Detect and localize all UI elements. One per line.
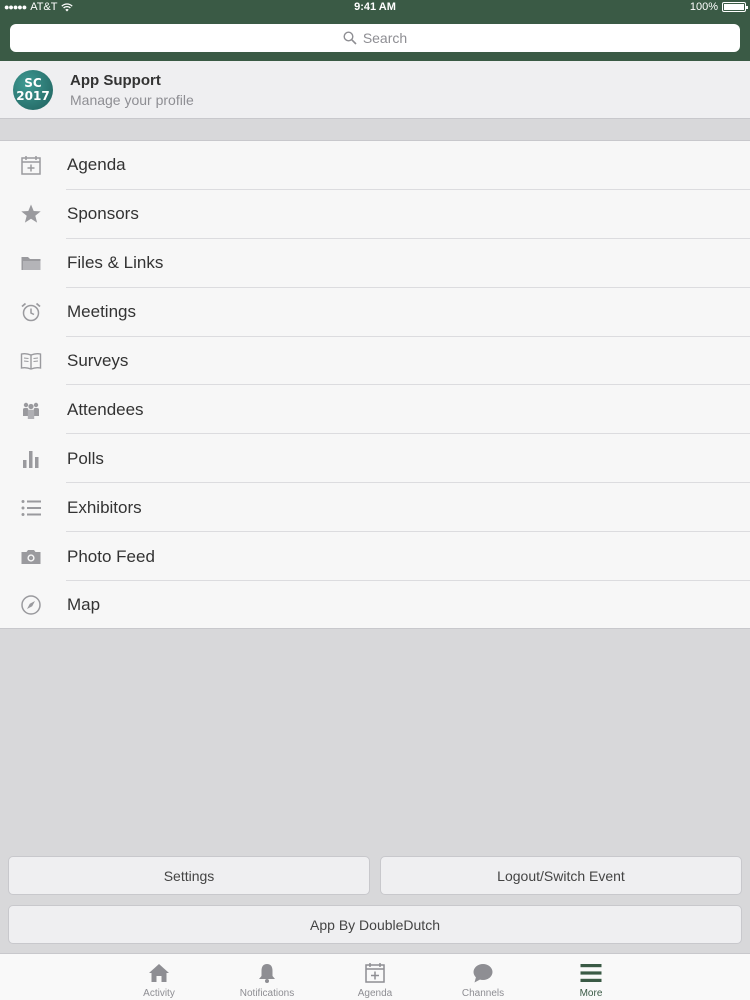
calendar-icon — [363, 961, 387, 985]
star-icon — [19, 202, 43, 226]
menu-item-label: Meetings — [67, 302, 136, 322]
menu-item-label: Surveys — [67, 351, 129, 370]
menu-item-label: Agenda — [67, 155, 126, 175]
battery-percentage: 100% — [689, 1, 718, 13]
logout-switch-event-button[interactable]: Logout/Switch Event — [380, 856, 742, 895]
menu-item-label: Map — [67, 595, 101, 615]
alarm-clock-icon — [19, 300, 43, 324]
app-by-doubledutch-button[interactable]: App By DoubleDutch — [8, 905, 742, 944]
menu-item-label: Polls — [67, 448, 104, 468]
bell-icon — [255, 961, 279, 985]
menu-item-surveys[interactable]: Surveys — [0, 337, 750, 386]
menu-item-agenda[interactable]: Agenda — [0, 141, 750, 190]
more-menu-list: Agenda Sponsors Files & Links Meetings S… — [0, 140, 750, 629]
profile-name: App Support — [70, 72, 161, 89]
menu-item-files-links[interactable]: Files & Links — [0, 239, 750, 288]
profile-subtitle: Manage your profile — [70, 92, 194, 108]
search-bar[interactable]: Search — [10, 24, 740, 52]
home-icon — [147, 961, 171, 985]
tab-channels[interactable]: Channels — [429, 954, 537, 1000]
status-bar: ●●●●● AT&T 9:41 AM 100% — [0, 0, 750, 16]
tab-bar: Activity Notifications Agenda Channels M… — [0, 953, 750, 1000]
search-placeholder: Search — [362, 30, 408, 46]
avatar: SC 2017 — [13, 70, 53, 110]
tab-label: Activity — [143, 988, 175, 999]
tab-label: Notifications — [239, 988, 295, 999]
menu-item-label: Photo Feed — [67, 546, 155, 566]
hamburger-menu-icon — [579, 961, 603, 985]
bar-chart-icon — [19, 447, 43, 471]
menu-item-map[interactable]: Map — [0, 581, 750, 630]
people-icon — [19, 398, 43, 422]
open-book-icon — [19, 349, 43, 373]
tab-label: Agenda — [357, 988, 393, 999]
camera-icon — [19, 545, 43, 569]
menu-item-photo-feed[interactable]: Photo Feed — [0, 532, 750, 582]
battery-icon — [722, 2, 748, 12]
menu-item-label: Files & Links — [67, 253, 164, 273]
settings-button[interactable]: Settings — [8, 856, 370, 895]
menu-item-sponsors[interactable]: Sponsors — [0, 190, 750, 239]
folder-icon — [19, 251, 43, 275]
compass-icon — [19, 593, 43, 617]
menu-item-polls[interactable]: Polls — [0, 434, 750, 484]
clock: 9:41 AM — [354, 1, 396, 13]
tab-more[interactable]: More — [537, 954, 645, 1000]
profile-row[interactable]: SC 2017 App Support Manage your profile — [0, 61, 750, 119]
tab-notifications[interactable]: Notifications — [213, 954, 321, 1000]
menu-item-label: Attendees — [67, 399, 144, 419]
menu-item-label: Exhibitors — [67, 497, 142, 517]
list-icon — [19, 496, 43, 520]
tab-activity[interactable]: Activity — [105, 954, 213, 1000]
tab-label: More — [579, 988, 603, 999]
top-header: ●●●●● AT&T 9:41 AM 100% Search — [0, 0, 750, 61]
tab-label: Channels — [461, 988, 505, 999]
menu-item-meetings[interactable]: Meetings — [0, 288, 750, 337]
menu-item-label: Sponsors — [67, 204, 139, 224]
calendar-icon — [19, 153, 43, 177]
menu-item-exhibitors[interactable]: Exhibitors — [0, 483, 750, 533]
tab-agenda[interactable]: Agenda — [321, 954, 429, 1000]
menu-item-attendees[interactable]: Attendees — [0, 385, 750, 435]
search-icon — [343, 31, 357, 45]
chat-bubble-icon — [471, 961, 495, 985]
